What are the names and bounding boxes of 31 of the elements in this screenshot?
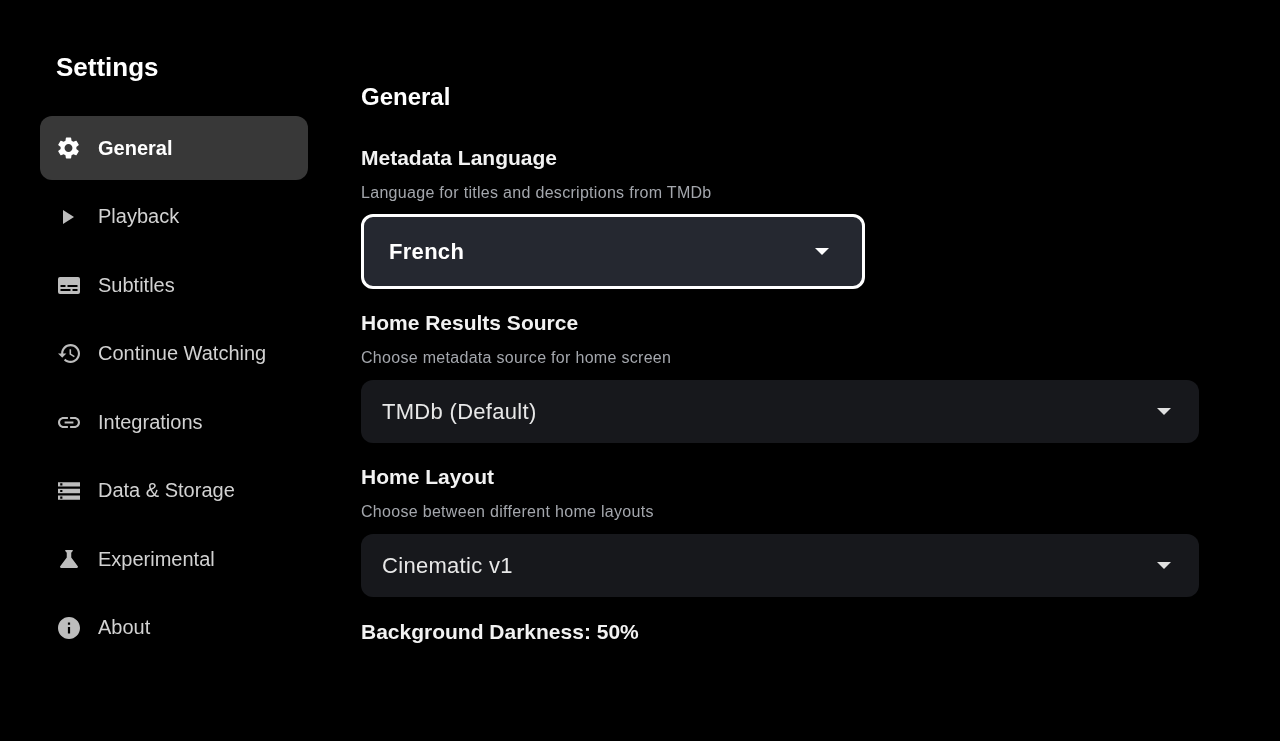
settings-title: Settings xyxy=(56,52,160,82)
setting-label: Metadata Language xyxy=(361,145,559,171)
sidebar-item[interactable]: Integrations xyxy=(40,390,308,454)
flask-icon xyxy=(59,550,78,568)
history-icon xyxy=(57,344,80,363)
dropdown-select[interactable]: TMDb (Default) xyxy=(361,380,1199,443)
setting-description: Choose metadata source for home screen xyxy=(361,348,673,368)
dropdown-select[interactable]: French xyxy=(361,214,865,289)
sidebar-item[interactable]: About xyxy=(40,595,308,660)
sidebar-item[interactable]: Continue Watching xyxy=(40,321,308,386)
setting-description: Choose between different home layouts xyxy=(361,502,655,522)
play-icon xyxy=(63,209,74,224)
sidebar-item[interactable]: Experimental xyxy=(40,527,308,591)
caret-icon xyxy=(1157,408,1171,415)
dropdown-select[interactable]: Cinematic v1 xyxy=(361,534,1199,597)
sidebar-item[interactable]: Subtitles xyxy=(40,253,308,317)
sidebar-item[interactable]: General xyxy=(40,116,308,180)
setting-label: Background Darkness: 50% xyxy=(361,619,640,645)
info-icon xyxy=(57,616,80,639)
setting-label: Home Layout xyxy=(361,464,495,490)
sidebar-item[interactable]: Data & Storage xyxy=(40,458,308,523)
link-icon xyxy=(57,416,80,428)
storage-icon xyxy=(57,481,80,500)
sidebar-item[interactable]: Playback xyxy=(40,184,308,249)
section-title: General xyxy=(361,83,452,111)
setting-label: Home Results Source xyxy=(361,310,580,336)
caret-icon xyxy=(1157,562,1171,569)
gear-icon xyxy=(58,137,79,159)
setting-description: Language for titles and descriptions from TMDb xyxy=(361,183,713,203)
caret-icon xyxy=(815,248,829,255)
subtitles-icon xyxy=(57,276,80,294)
